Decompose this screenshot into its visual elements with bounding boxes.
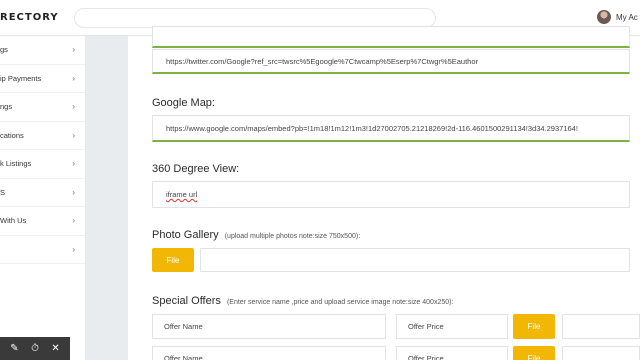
offer-file-button[interactable]: File (513, 314, 555, 339)
sidebar-item-label: ip Payments (0, 73, 42, 83)
special-offers-note: (Enter service name ,price and upload se… (226, 299, 454, 306)
chevron-right-icon: › (72, 102, 75, 111)
timer-icon[interactable]: ⏱ (31, 343, 39, 354)
special-offers-label: Special Offers (Enter service name ,pric… (152, 295, 453, 307)
offer-file-field[interactable] (562, 346, 640, 360)
recorder-toolbar: ✎ ⏱ ✕ (0, 337, 70, 360)
google-map-label: Google Map: (152, 97, 215, 109)
sidebar-item-contact[interactable]: With Us › (0, 207, 85, 236)
photo-gallery-file-button[interactable]: File (152, 248, 194, 272)
avatar[interactable] (597, 10, 611, 24)
chevron-right-icon: › (72, 130, 75, 140)
chevron-right-icon: › (72, 187, 75, 197)
chevron-right-icon: › (72, 244, 75, 254)
listing-form-panel: https://twitter.com/Google?ref_src=twsrc… (128, 26, 640, 360)
offer-file-button[interactable]: File (513, 346, 555, 360)
google-map-embed-field[interactable]: https://www.google.com/maps/embed?pb=!1m… (152, 115, 630, 142)
view-360-url-value: iframe url (166, 190, 198, 199)
sidebar: gs › ip Payments › ngs › cations › k Lis… (0, 36, 86, 360)
sidebar-item-label: gs (0, 45, 8, 54)
twitter-url-field[interactable]: https://twitter.com/Google?ref_src=twsrc… (152, 49, 630, 74)
special-offers-title: Special Offers (152, 295, 221, 307)
brand-logo-text[interactable]: RECTORY (0, 12, 59, 23)
sidebar-item-more[interactable]: › (0, 236, 85, 264)
sidebar-item-bookmark-listings[interactable]: k Listings › (0, 150, 85, 179)
sidebar-item-listings[interactable]: ngs › (0, 93, 85, 122)
account-menu-label[interactable]: My Ac (616, 13, 638, 22)
sidebar-item-label: S (0, 187, 6, 197)
offer-file-field[interactable] (562, 314, 640, 339)
sidebar-item-label: k Listings (0, 159, 32, 168)
photo-gallery-file-field[interactable] (200, 248, 630, 272)
view-360-url-field[interactable]: iframe url (152, 181, 630, 208)
sidebar-item-settings[interactable]: gs › (0, 36, 85, 65)
photo-gallery-label: Photo Gallery (upload multiple photos no… (152, 229, 360, 241)
offer-name-input[interactable]: Offer Name (152, 346, 386, 360)
sidebar-item-locations[interactable]: cations › (0, 122, 85, 150)
offer-price-input[interactable]: Offer Price (396, 314, 508, 339)
search-input[interactable] (74, 8, 436, 28)
chevron-right-icon: › (72, 73, 75, 83)
chevron-right-icon: › (72, 45, 75, 54)
sidebar-item-s[interactable]: S › (0, 179, 85, 207)
sidebar-item-label: cations (0, 130, 24, 140)
social-link-field[interactable] (152, 26, 630, 48)
chevron-right-icon: › (72, 159, 75, 168)
offer-price-input[interactable]: Offer Price (396, 346, 508, 360)
pen-icon[interactable]: ✎ (10, 343, 18, 354)
sidebar-item-label: ngs (0, 102, 13, 111)
chevron-right-icon: › (72, 216, 75, 225)
sidebar-item-label: With Us (0, 216, 27, 225)
view-360-label: 360 Degree View: (152, 163, 240, 175)
photo-gallery-title: Photo Gallery (152, 229, 219, 241)
sidebar-item-membership-payments[interactable]: ip Payments › (0, 65, 85, 93)
close-icon[interactable]: ✕ (51, 343, 59, 354)
photo-gallery-note: (upload multiple photos note:size 750x50… (224, 233, 361, 240)
offer-name-input[interactable]: Offer Name (152, 314, 386, 339)
